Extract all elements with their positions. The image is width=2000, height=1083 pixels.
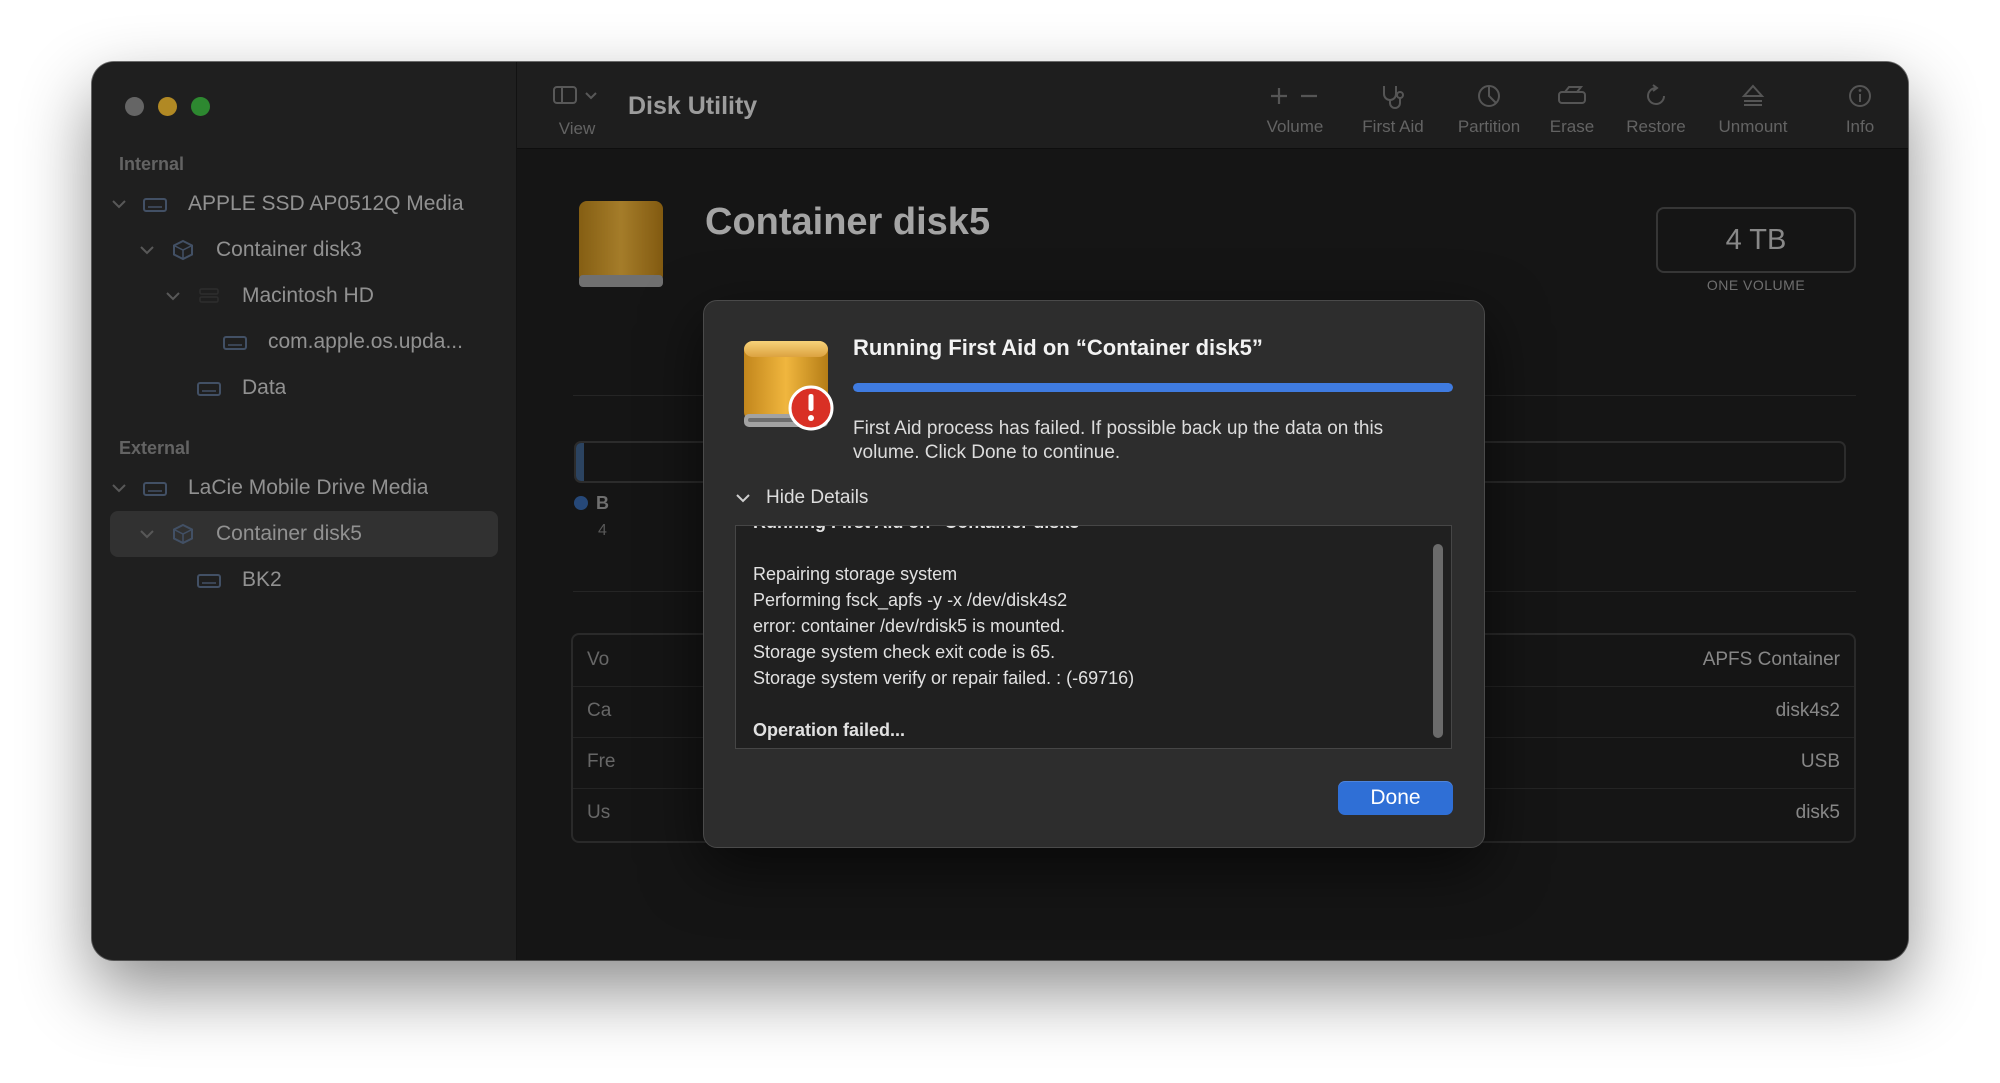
drive-icon — [142, 478, 168, 498]
eject-icon — [1705, 82, 1801, 110]
stethoscope-icon — [1353, 82, 1433, 110]
window-title: Disk Utility — [628, 92, 758, 120]
size-caption: ONE VOLUME — [1706, 277, 1806, 293]
log-line: Repairing storage system — [753, 564, 958, 584]
restore-icon — [1617, 82, 1695, 110]
drive-icon — [222, 332, 248, 352]
sidebar-item-lacie[interactable]: LaCie Mobile Drive Media — [110, 465, 498, 511]
external-drive-icon — [573, 197, 669, 298]
sidebar-toggle-icon — [553, 86, 597, 104]
hide-details-toggle[interactable]: Hide Details — [736, 487, 868, 509]
chevron-down-icon[interactable] — [110, 195, 128, 213]
sidebar-item-apple-ssd[interactable]: APPLE SSD AP0512Q Media — [110, 181, 498, 227]
progress-fill — [853, 383, 1453, 392]
container-size: 4 TB — [1656, 207, 1856, 273]
disk-utility-window: Internal APPLE SSD AP0512Q Media Contain… — [92, 62, 1908, 960]
legend-label: B — [596, 493, 609, 513]
chevron-down-icon[interactable] — [164, 287, 182, 305]
minimize-window-button[interactable] — [158, 97, 177, 116]
hide-details-label: Hide Details — [766, 487, 869, 508]
sidebar-section-internal: Internal — [119, 154, 185, 174]
container-title: Container disk5 — [705, 201, 991, 243]
unmount-button[interactable]: Unmount — [1705, 82, 1801, 137]
layers-icon — [196, 286, 222, 306]
usage-fill — [576, 443, 584, 481]
container-icon — [170, 523, 196, 545]
first-aid-button[interactable]: First Aid — [1353, 82, 1433, 137]
sidebar-item-data[interactable]: Data — [110, 365, 498, 411]
chevron-down-icon[interactable] — [110, 479, 128, 497]
log-line: Operation failed... — [753, 720, 906, 740]
sheet-title: Running First Aid on “Container disk5” — [853, 335, 1263, 360]
drive-icon — [196, 378, 222, 398]
details-log[interactable]: Running First Aid on “Container disk5” R… — [735, 525, 1452, 749]
legend-sublabel: 4 — [598, 522, 607, 539]
log-line: Storage system verify or repair failed. … — [753, 668, 1135, 688]
plus-minus-icon — [1255, 82, 1335, 110]
view-label: View — [558, 119, 596, 138]
sidebar-item-container-disk3[interactable]: Container disk3 — [110, 227, 498, 273]
log-line: Performing fsck_apfs -y -x /dev/disk4s2 — [753, 590, 1068, 610]
partition-button[interactable]: Partition — [1449, 82, 1529, 137]
volume-button[interactable]: Volume — [1255, 82, 1335, 137]
log-scrollbar[interactable] — [1433, 544, 1443, 738]
done-button[interactable]: Done — [1338, 781, 1453, 815]
close-window-button[interactable] — [125, 97, 144, 116]
sidebar-item-macintosh-hd[interactable]: Macintosh HD — [110, 273, 498, 319]
info-button[interactable]: Info — [1835, 82, 1885, 137]
window-controls — [125, 97, 210, 116]
toolbar: View Disk Utility Volume First Aid Parti… — [517, 62, 1908, 149]
sidebar-section-external: External — [119, 438, 191, 458]
sidebar: Internal APPLE SSD AP0512Q Media Contain… — [92, 62, 517, 960]
legend-dot — [574, 496, 588, 510]
sidebar-item-container-disk5[interactable]: Container disk5 — [110, 511, 498, 557]
pie-icon — [1449, 82, 1529, 110]
log-line: Running First Aid on “Container disk5” — [753, 526, 1088, 533]
view-button[interactable]: View — [547, 84, 607, 139]
drive-icon — [142, 194, 168, 214]
chevron-down-icon[interactable] — [138, 525, 156, 543]
log-line: Storage system check exit code is 65. — [753, 642, 1056, 662]
failure-message: First Aid process has failed. If possibl… — [853, 418, 1384, 463]
drive-warning-icon — [738, 335, 838, 440]
erase-icon — [1537, 82, 1607, 110]
zoom-window-button[interactable] — [191, 97, 210, 116]
container-icon — [170, 239, 196, 261]
chevron-down-icon — [736, 493, 750, 503]
info-icon — [1835, 82, 1885, 110]
chevron-down-icon[interactable] — [138, 241, 156, 259]
drive-icon — [196, 570, 222, 590]
log-line: error: container /dev/rdisk5 is mounted. — [753, 616, 1066, 636]
sidebar-item-bk2[interactable]: BK2 — [110, 557, 498, 603]
first-aid-progress-bar — [853, 383, 1453, 392]
restore-button[interactable]: Restore — [1617, 82, 1695, 137]
erase-button[interactable]: Erase — [1537, 82, 1607, 137]
sidebar-item-com-apple-os-update[interactable]: com.apple.os.upda... — [110, 319, 498, 365]
first-aid-sheet: Running First Aid on “Container disk5” F… — [703, 300, 1485, 848]
